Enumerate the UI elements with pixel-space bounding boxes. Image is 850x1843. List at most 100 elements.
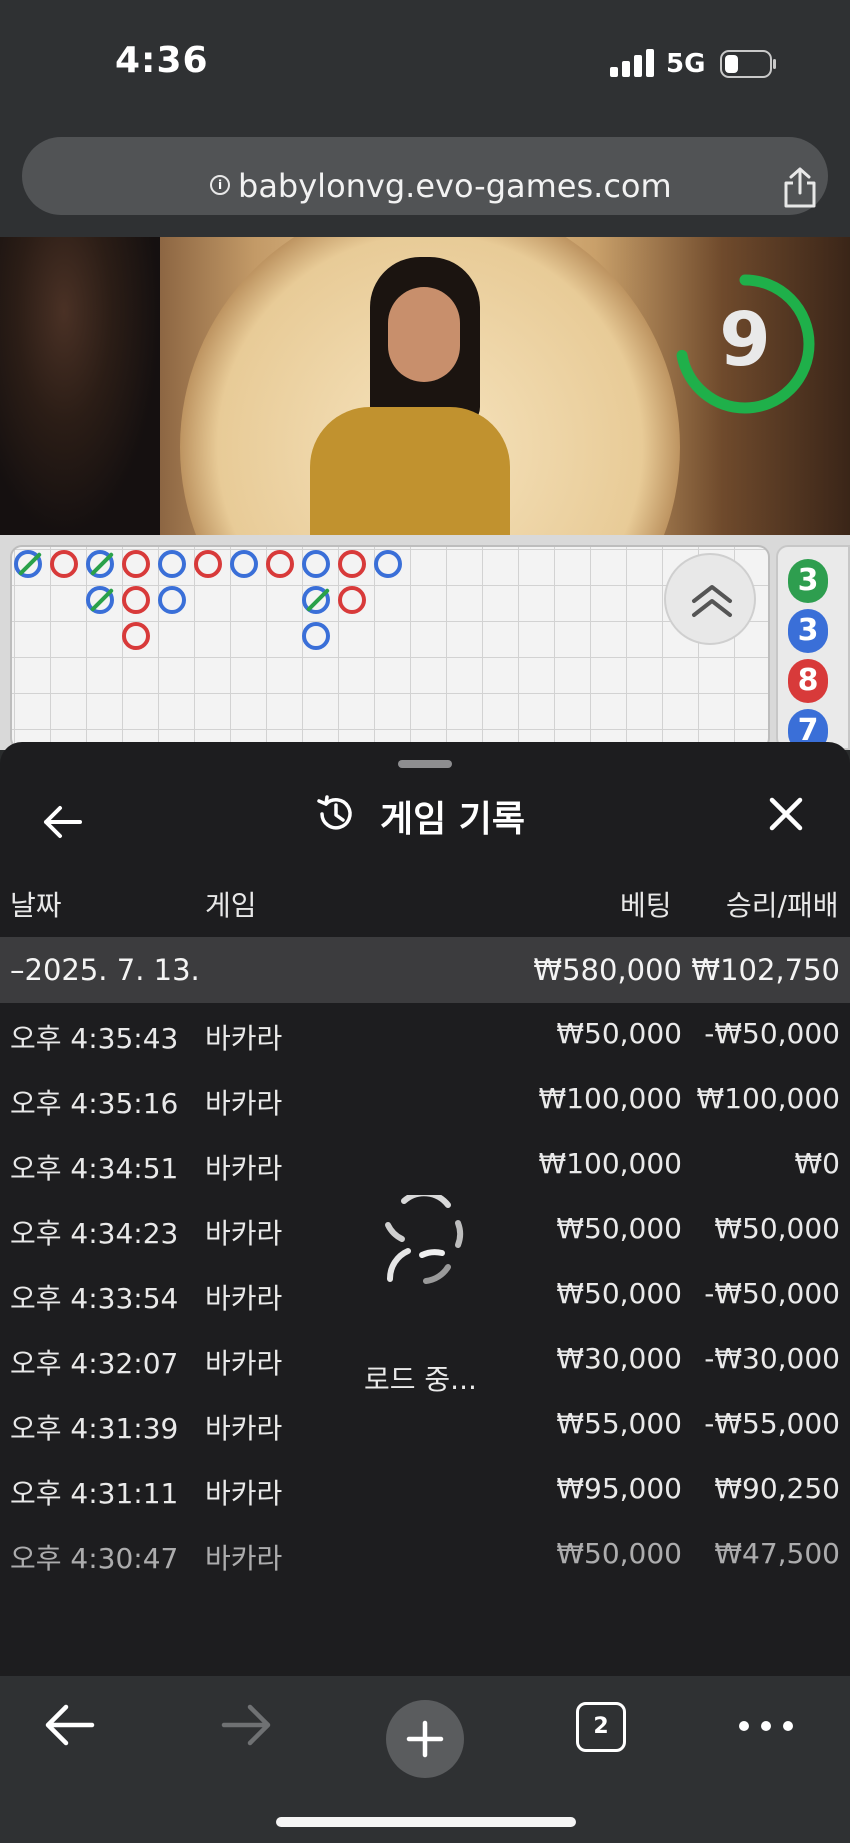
row-winloss: ₩47,500 <box>714 1537 840 1570</box>
bead-player-tie <box>302 586 331 614</box>
column-header-game[interactable]: 게임 <box>205 884 257 924</box>
more-icon[interactable] <box>738 1720 794 1732</box>
address-field[interactable]: i babylonvg.evo-games.com <box>22 137 828 215</box>
row-bet: ₩100,000 <box>538 1147 682 1180</box>
day-bet: ₩580,000 <box>533 953 682 987</box>
live-video: 9 <box>0 237 850 535</box>
status-bar: 4:36 5G <box>0 0 850 125</box>
bead-banker <box>338 586 366 614</box>
bead-banker <box>50 550 78 578</box>
row-time: 오후 4:33:54 <box>10 1282 179 1315</box>
row-game: 바카라 <box>205 1282 283 1315</box>
row-game: 바카라 <box>205 1152 283 1185</box>
bead-banker <box>122 586 150 614</box>
bead-player <box>158 550 186 578</box>
loading-text: 로드 중... <box>364 1363 477 1396</box>
history-row[interactable]: 오후 4:31:11 바카라 ₩95,000 ₩90,250 <box>0 1458 850 1523</box>
row-bet: ₩100,000 <box>538 1082 682 1115</box>
history-row[interactable]: 오후 4:31:39 바카라 ₩55,000 -₩55,000 <box>0 1393 850 1458</box>
browser-back-icon[interactable] <box>42 1702 96 1748</box>
bead-banker <box>266 550 294 578</box>
column-header-date[interactable]: 날짜 <box>10 884 62 924</box>
row-time: 오후 4:35:43 <box>10 1022 179 1055</box>
row-bet: ₩50,000 <box>556 1017 682 1050</box>
row-winloss: -₩55,000 <box>704 1407 840 1440</box>
list-fade <box>0 1622 850 1676</box>
row-winloss: ₩50,000 <box>714 1212 840 1245</box>
status-time: 4:36 <box>115 40 209 81</box>
row-time: 오후 4:34:51 <box>10 1152 179 1185</box>
bead-road-grid <box>10 545 770 750</box>
network-type: 5G <box>666 49 706 79</box>
row-winloss: ₩90,250 <box>714 1472 840 1505</box>
history-row[interactable]: 오후 4:34:51 바카라 ₩100,000 ₩0 <box>0 1133 850 1198</box>
day-summary-row[interactable]: –2025. 7. 13. ₩580,000 ₩102,750 <box>0 937 850 1003</box>
row-winloss: -₩50,000 <box>704 1277 840 1310</box>
column-header-bet[interactable]: 베팅 <box>620 884 672 924</box>
bead-banker <box>122 622 150 650</box>
back-arrow-icon[interactable] <box>38 798 86 846</box>
result-chip: 8 <box>788 659 828 703</box>
row-game: 바카라 <box>205 1542 283 1575</box>
chevron-up-icon <box>692 585 732 617</box>
url-text[interactable]: babylonvg.evo-games.com <box>238 167 672 205</box>
row-bet: ₩50,000 <box>556 1212 682 1245</box>
row-bet: ₩55,000 <box>556 1407 682 1440</box>
row-game: 바카라 <box>205 1477 283 1510</box>
new-tab-button[interactable] <box>386 1700 464 1778</box>
day-date: –2025. 7. 13. <box>10 953 200 987</box>
row-game: 바카라 <box>205 1087 283 1120</box>
row-game: 바카라 <box>205 1412 283 1445</box>
row-winloss: ₩100,000 <box>696 1082 840 1115</box>
history-row[interactable]: 오후 4:30:47 바카라 ₩50,000 ₩47,500 <box>0 1523 850 1588</box>
bead-player <box>374 550 402 578</box>
expand-scoreboard-button[interactable] <box>664 553 756 645</box>
history-row[interactable]: 오후 4:35:43 바카라 ₩50,000 -₩50,000 <box>0 1003 850 1068</box>
bead-banker <box>122 550 150 578</box>
bead-player <box>302 550 330 578</box>
plus-icon <box>406 1720 444 1758</box>
row-game: 바카라 <box>205 1022 283 1055</box>
bead-banker <box>194 550 222 578</box>
browser-forward-icon[interactable] <box>220 1702 274 1748</box>
row-time: 오후 4:34:23 <box>10 1217 179 1250</box>
battery-icon <box>720 50 776 78</box>
row-game: 바카라 <box>205 1347 283 1380</box>
row-bet: ₩95,000 <box>556 1472 682 1505</box>
signal-icon <box>610 49 656 77</box>
bead-player <box>158 586 186 614</box>
results-column: 3 3 8 7 <box>776 545 850 753</box>
row-bet: ₩30,000 <box>556 1342 682 1375</box>
loading-spinner-icon <box>385 1195 464 1284</box>
game-history-sheet: 게임 기록 날짜 게임 베팅 승리/패배 –2025. 7. 13. ₩580,… <box>0 742 850 1676</box>
share-icon[interactable] <box>780 165 820 209</box>
row-bet: ₩50,000 <box>556 1537 682 1570</box>
home-indicator[interactable] <box>276 1817 576 1827</box>
row-time: 오후 4:32:07 <box>10 1347 179 1380</box>
history-row[interactable]: 오후 4:35:16 바카라 ₩100,000 ₩100,000 <box>0 1068 850 1133</box>
row-time: 오후 4:35:16 <box>10 1087 179 1120</box>
row-time: 오후 4:31:39 <box>10 1412 179 1445</box>
dealer-left <box>0 237 160 535</box>
info-icon[interactable]: i <box>210 175 230 195</box>
row-winloss: -₩50,000 <box>704 1017 840 1050</box>
bead-banker <box>338 550 366 578</box>
sheet-grabber[interactable] <box>398 760 452 768</box>
bead-player <box>230 550 258 578</box>
column-header-winloss[interactable]: 승리/패배 <box>726 884 838 924</box>
browser-url-bar: i babylonvg.evo-games.com <box>0 125 850 237</box>
tabs-button[interactable]: 2 <box>576 1702 626 1752</box>
result-chip: 3 <box>788 609 828 653</box>
row-winloss: -₩30,000 <box>704 1342 840 1375</box>
sheet-title: 게임 기록 <box>380 799 526 840</box>
row-game: 바카라 <box>205 1217 283 1250</box>
bead-player <box>302 622 330 650</box>
bead-player-tie <box>86 550 115 578</box>
dealer-main <box>300 257 510 535</box>
close-icon[interactable] <box>766 794 806 834</box>
countdown-number: 9 <box>719 297 771 383</box>
row-winloss: ₩0 <box>794 1147 841 1180</box>
row-time: 오후 4:30:47 <box>10 1542 179 1575</box>
bead-player-tie <box>86 586 115 614</box>
row-bet: ₩50,000 <box>556 1277 682 1310</box>
